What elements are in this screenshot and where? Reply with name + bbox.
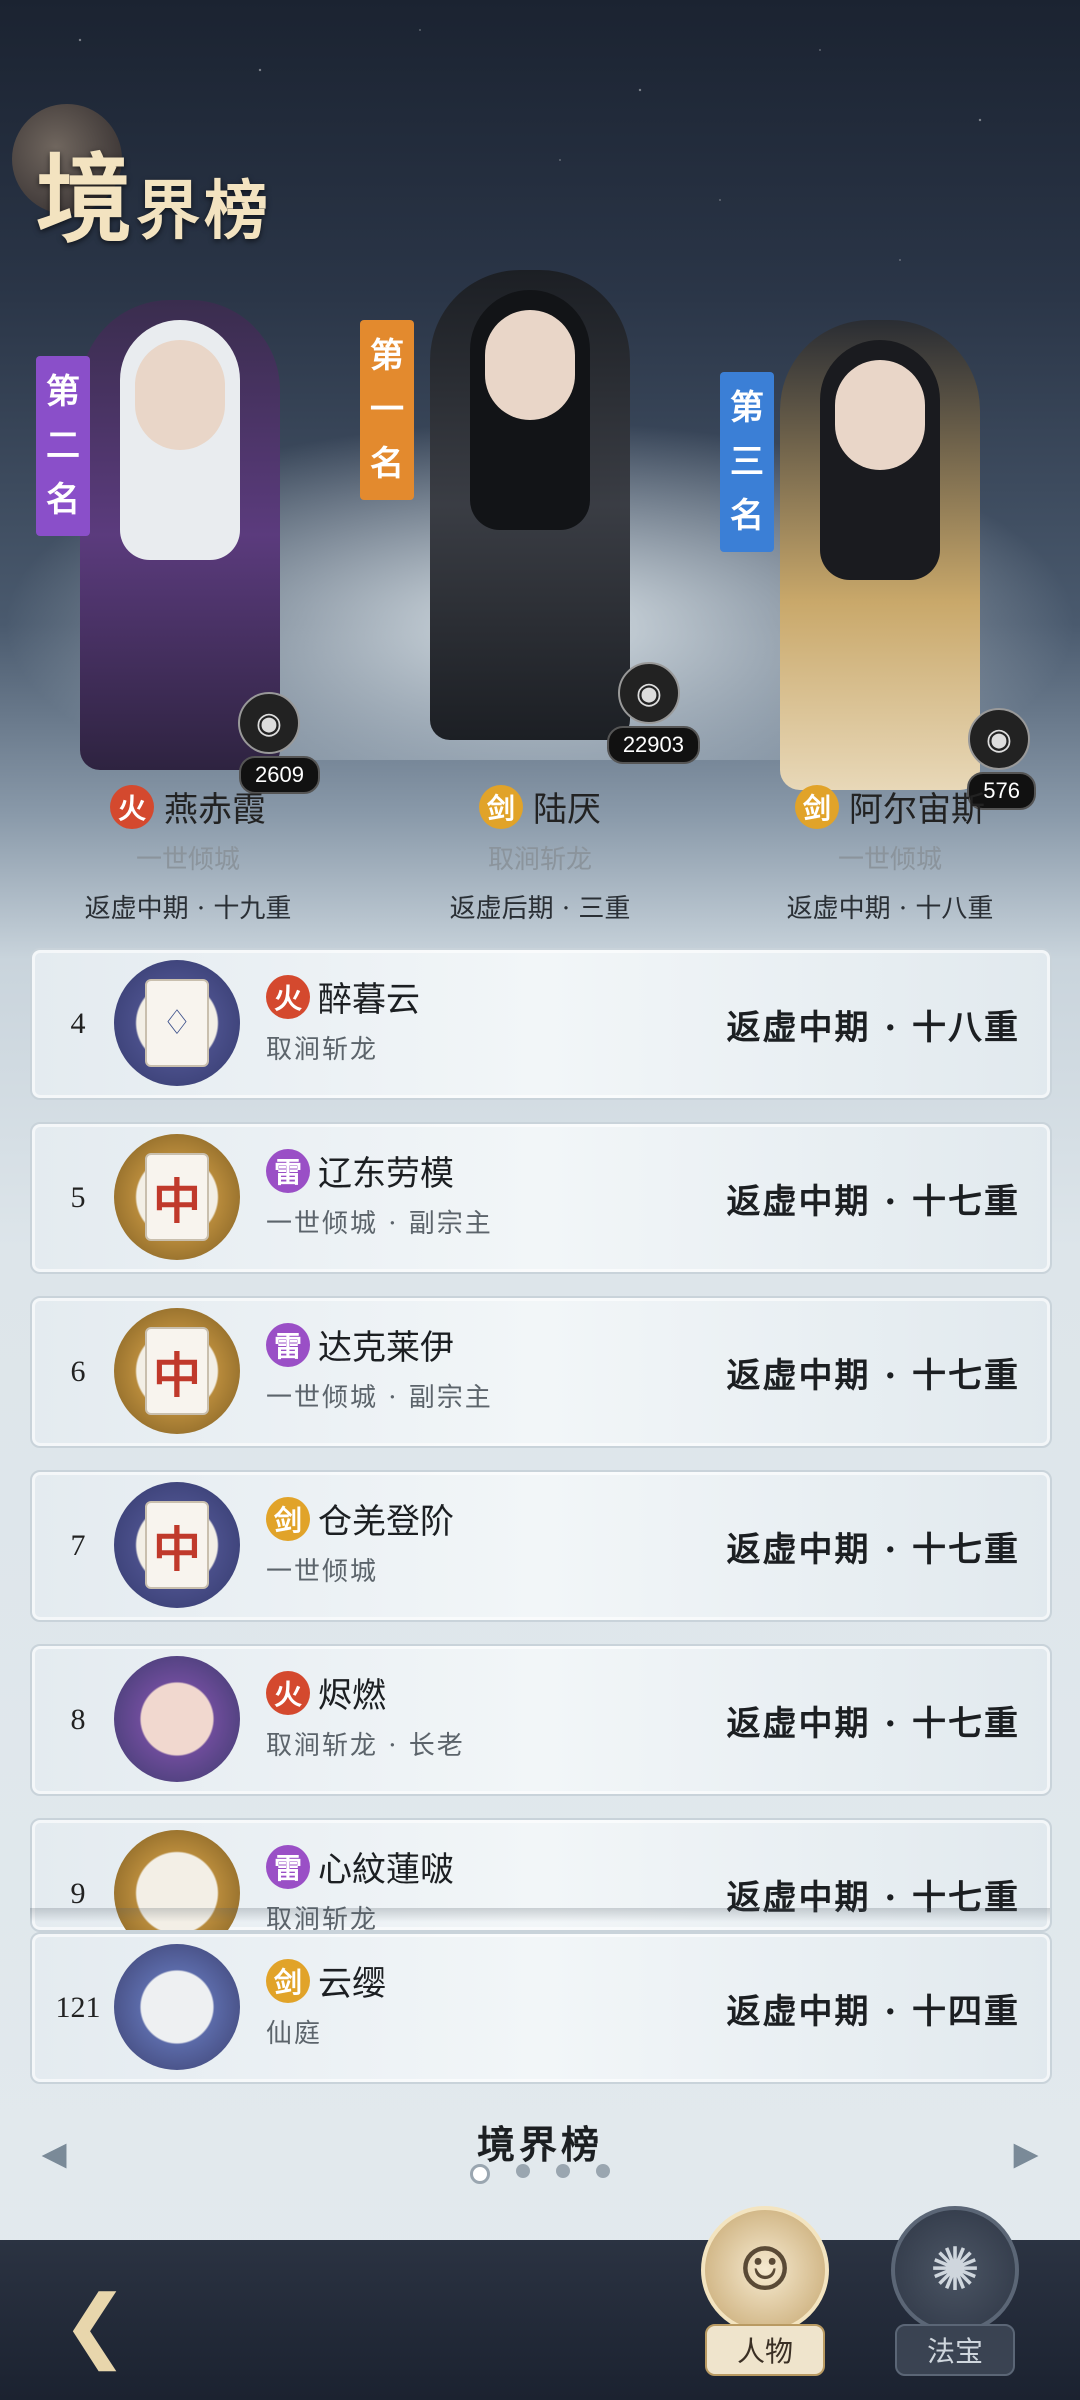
bottom-bar: ❮ ☺ 人物 ✺ 法宝 [0, 2206, 1080, 2400]
mahjong-tile-icon: 中 [145, 1501, 209, 1589]
page-dot[interactable] [596, 2164, 610, 2178]
rank-number: 8 [70, 1703, 86, 1736]
pet-icon: ◉ [618, 662, 680, 724]
avatar: 中 [114, 1134, 240, 1260]
player-guild: 一世倾城 [266, 1557, 379, 1587]
fire-element-icon: 火 [110, 784, 154, 829]
realm-level: 返虚中期 · 十四重 [726, 1991, 1020, 2032]
podium-info-rank-3: 剑阿尔宙斯 一世倾城 返虚中期 · 十八重 [720, 782, 1060, 925]
page-dot[interactable] [470, 2164, 490, 2184]
list-divider [30, 1908, 1050, 1922]
avatar [114, 1944, 240, 2070]
mahjong-tile-icon: 中 [145, 1327, 209, 1415]
rank-number: 4 [70, 1007, 86, 1040]
back-button[interactable]: ❮ [40, 2274, 150, 2374]
rank-banner: 第二名 [36, 356, 90, 536]
gourd-icon: ✺ [891, 2206, 1019, 2334]
fire-element-icon: 火 [266, 974, 310, 1019]
tab-treasure[interactable]: ✺ 法宝 [880, 2206, 1030, 2396]
fire-element-icon: 火 [266, 1670, 310, 1715]
podium-rank-3[interactable]: 第三名 ◉ 576 [720, 300, 1036, 810]
rank-banner: 第一名 [360, 320, 414, 500]
player-name: 仓羌登阶 [318, 1502, 454, 1542]
avatar: 中 [114, 1308, 240, 1434]
page-dot[interactable] [556, 2164, 570, 2178]
podium-rank-1[interactable]: 第一名 ◉ 22903 [360, 250, 700, 764]
player-name: 醉暮云 [318, 980, 420, 1020]
card-icon: ♢ [145, 979, 209, 1067]
page-indicator [0, 2164, 1080, 2184]
player-name: 达克莱伊 [318, 1328, 454, 1368]
realm-level: 返虚中期 · 十七重 [726, 1181, 1020, 1222]
character-head [135, 340, 225, 450]
player-guild: 取涧斩龙 · 长老 [266, 1731, 465, 1761]
player-guild: 仙庭 [266, 2019, 323, 2049]
rank-number: 6 [70, 1355, 86, 1388]
thunder-element-icon: 雷 [266, 1148, 310, 1193]
player-guild: 一世倾城 · 副宗主 [266, 1383, 493, 1413]
realm-level: 返虚中期 · 十七重 [726, 1355, 1020, 1396]
podium-info-rank-2: 火燕赤霞 一世倾城 返虚中期 · 十九重 [18, 782, 358, 925]
player-guild: 取涧斩龙 [266, 1035, 379, 1065]
ranking-row[interactable]: 6 中 雷达克莱伊 一世倾城 · 副宗主 返虚中期 · 十七重 [30, 1296, 1052, 1448]
back-arrow-icon: ❮ [61, 2277, 129, 2371]
rank-number: 5 [70, 1181, 86, 1214]
page-dot[interactable] [516, 2164, 530, 2178]
player-name: 辽东劳模 [318, 1154, 454, 1194]
pet-icon: ◉ [968, 708, 1030, 770]
ranking-row[interactable]: 5 中 雷辽东劳模 一世倾城 · 副宗主 返虚中期 · 十七重 [30, 1122, 1052, 1274]
ranking-row[interactable]: 8 火烬燃 取涧斩龙 · 长老 返虚中期 · 十七重 [30, 1644, 1052, 1796]
ranking-row[interactable]: 7 中 剑仓羌登阶 一世倾城 返虚中期 · 十七重 [30, 1470, 1052, 1622]
player-name: 心紋蓮啵 [318, 1850, 454, 1890]
sword-element-icon: 剑 [795, 784, 839, 829]
thunder-element-icon: 雷 [266, 1322, 310, 1367]
realm-level: 返虚中期 · 十七重 [726, 1703, 1020, 1744]
mahjong-tile-icon: 中 [145, 1153, 209, 1241]
pet-icon: ◉ [238, 692, 300, 754]
self-ranking-row[interactable]: 121 剑云缨 仙庭 返虚中期 · 十四重 [30, 1932, 1052, 2084]
player-name: 云缨 [318, 1964, 386, 2004]
rank-number: 7 [70, 1529, 86, 1562]
sword-element-icon: 剑 [479, 784, 523, 829]
sword-element-icon: 剑 [266, 1496, 310, 1541]
character-head [485, 310, 575, 420]
leaderboard-name: 境界榜 [476, 2122, 603, 2167]
score-badge: 22903 [606, 726, 700, 764]
sword-element-icon: 剑 [266, 1958, 310, 2003]
thunder-element-icon: 雷 [266, 1844, 310, 1889]
realm-level: 返虚中期 · 十八重 [726, 1007, 1020, 1048]
podium-rank-2[interactable]: 第二名 ◉ 2609 [30, 280, 330, 794]
avatar: 中 [114, 1482, 240, 1608]
tab-person[interactable]: ☺ 人物 [690, 2206, 840, 2396]
avatar: ♢ [114, 960, 240, 1086]
player-guild: 一世倾城 · 副宗主 [266, 1209, 493, 1239]
rank-number: 121 [55, 1991, 101, 2024]
page-title: 境界榜 [36, 143, 272, 256]
arrow-right-icon[interactable]: ▸ [998, 2123, 1054, 2181]
realm-level: 返虚中期 · 十七重 [726, 1529, 1020, 1570]
player-name: 烬燃 [318, 1676, 386, 1716]
person-icon: ☺ [701, 2206, 829, 2334]
podium-info-rank-1: 剑陆厌 取涧斩龙 返虚后期 · 三重 [370, 782, 710, 925]
character-head [835, 360, 925, 470]
ranking-list[interactable]: 4 ♢ 火醉暮云 取涧斩龙 返虚中期 · 十八重 5 中 雷辽东劳模 一世倾城 … [30, 948, 1052, 1954]
ranking-row[interactable]: 4 ♢ 火醉暮云 取涧斩龙 返虚中期 · 十八重 [30, 948, 1052, 1100]
avatar [114, 1656, 240, 1782]
rank-banner: 第三名 [720, 372, 774, 552]
leaderboard-pager: ◂ 境界榜 ▸ [0, 2110, 1080, 2210]
